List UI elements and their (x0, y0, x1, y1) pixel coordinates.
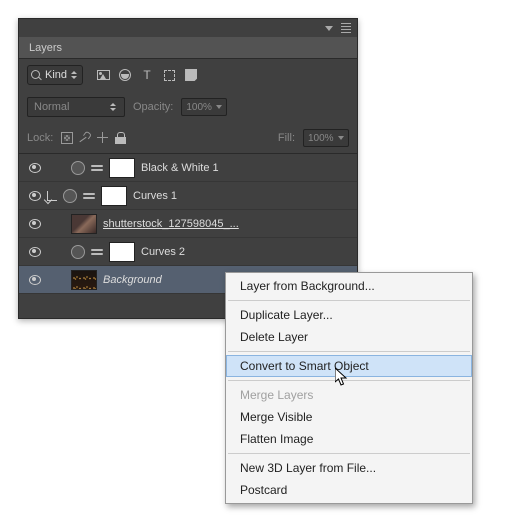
layer-row[interactable]: Black & White 1 (19, 154, 357, 182)
adjustment-icon (63, 189, 77, 203)
search-icon (31, 69, 43, 81)
menu-separator (228, 351, 470, 352)
menu-postcard[interactable]: Postcard (226, 479, 472, 501)
blend-mode-value: Normal (34, 101, 69, 113)
lock-row: Lock: Fill: 100% (19, 123, 357, 153)
filter-type-icon[interactable]: T (139, 67, 155, 83)
filter-kind-label: Kind (45, 69, 67, 81)
filter-shape-icon[interactable] (161, 67, 177, 83)
chevron-updown-icon (71, 68, 79, 82)
visibility-icon[interactable] (29, 163, 41, 173)
blend-mode-select[interactable]: Normal (27, 97, 125, 117)
menu-convert-to-smart-object[interactable]: Convert to Smart Object (226, 355, 472, 377)
link-icon (91, 249, 103, 255)
opacity-value: 100% (186, 102, 212, 113)
menu-separator (228, 453, 470, 454)
lock-image-icon[interactable] (79, 132, 91, 144)
filter-row: Kind T (19, 59, 357, 91)
blend-row: Normal Opacity: 100% (19, 91, 357, 123)
adjustment-icon (71, 161, 85, 175)
clip-indicator-icon (47, 191, 57, 201)
menu-separator (228, 380, 470, 381)
filter-smartobj-icon[interactable] (183, 67, 199, 83)
filter-pixel-icon[interactable] (95, 67, 111, 83)
layer-name[interactable]: Curves 1 (133, 190, 351, 202)
layer-thumbnail[interactable] (71, 214, 97, 234)
lock-position-icon[interactable] (97, 132, 109, 144)
menu-merge-visible[interactable]: Merge Visible (226, 406, 472, 428)
menu-merge-layers: Merge Layers (226, 384, 472, 406)
menu-delete-layer[interactable]: Delete Layer (226, 326, 472, 348)
menu-duplicate-layer[interactable]: Duplicate Layer... (226, 304, 472, 326)
layer-row[interactable]: shutterstock_127598045_... (19, 210, 357, 238)
context-menu: Layer from Background... Duplicate Layer… (225, 272, 473, 504)
visibility-icon[interactable] (29, 247, 41, 257)
link-icon (91, 165, 103, 171)
fill-input[interactable]: 100% (303, 129, 349, 147)
menu-separator (228, 300, 470, 301)
layer-thumbnail[interactable] (71, 270, 97, 290)
layer-name[interactable]: Black & White 1 (141, 162, 351, 174)
layer-mask-thumb[interactable] (101, 186, 127, 206)
filter-adjustment-icon[interactable] (117, 67, 133, 83)
fill-label: Fill: (278, 132, 295, 144)
opacity-input[interactable]: 100% (181, 98, 227, 116)
chevron-down-icon (338, 136, 344, 140)
layer-row[interactable]: Curves 1 (19, 182, 357, 210)
opacity-label: Opacity: (133, 101, 173, 113)
filter-kind-select[interactable]: Kind (27, 65, 83, 85)
layer-row[interactable]: Curves 2 (19, 238, 357, 266)
collapse-icon[interactable] (325, 26, 333, 31)
layer-mask-thumb[interactable] (109, 158, 135, 178)
panel-header (19, 19, 357, 37)
visibility-icon[interactable] (29, 219, 41, 229)
lock-all-icon[interactable] (115, 133, 126, 144)
panel-menu-icon[interactable] (341, 23, 351, 33)
menu-layer-from-background[interactable]: Layer from Background... (226, 275, 472, 297)
link-icon (83, 193, 95, 199)
chevron-down-icon (216, 105, 222, 109)
chevron-updown-icon (110, 100, 118, 114)
layer-name[interactable]: shutterstock_127598045_... (103, 218, 351, 230)
visibility-icon[interactable] (29, 191, 41, 201)
layer-name[interactable]: Curves 2 (141, 246, 351, 258)
lock-label: Lock: (27, 132, 53, 144)
layer-mask-thumb[interactable] (109, 242, 135, 262)
lock-transparent-icon[interactable] (61, 132, 73, 144)
tab-layers[interactable]: Layers (19, 37, 357, 59)
visibility-icon[interactable] (29, 275, 41, 285)
menu-flatten-image[interactable]: Flatten Image (226, 428, 472, 450)
filter-icons: T (95, 67, 199, 83)
menu-new-3d-layer[interactable]: New 3D Layer from File... (226, 457, 472, 479)
fill-value: 100% (308, 133, 334, 144)
adjustment-icon (71, 245, 85, 259)
